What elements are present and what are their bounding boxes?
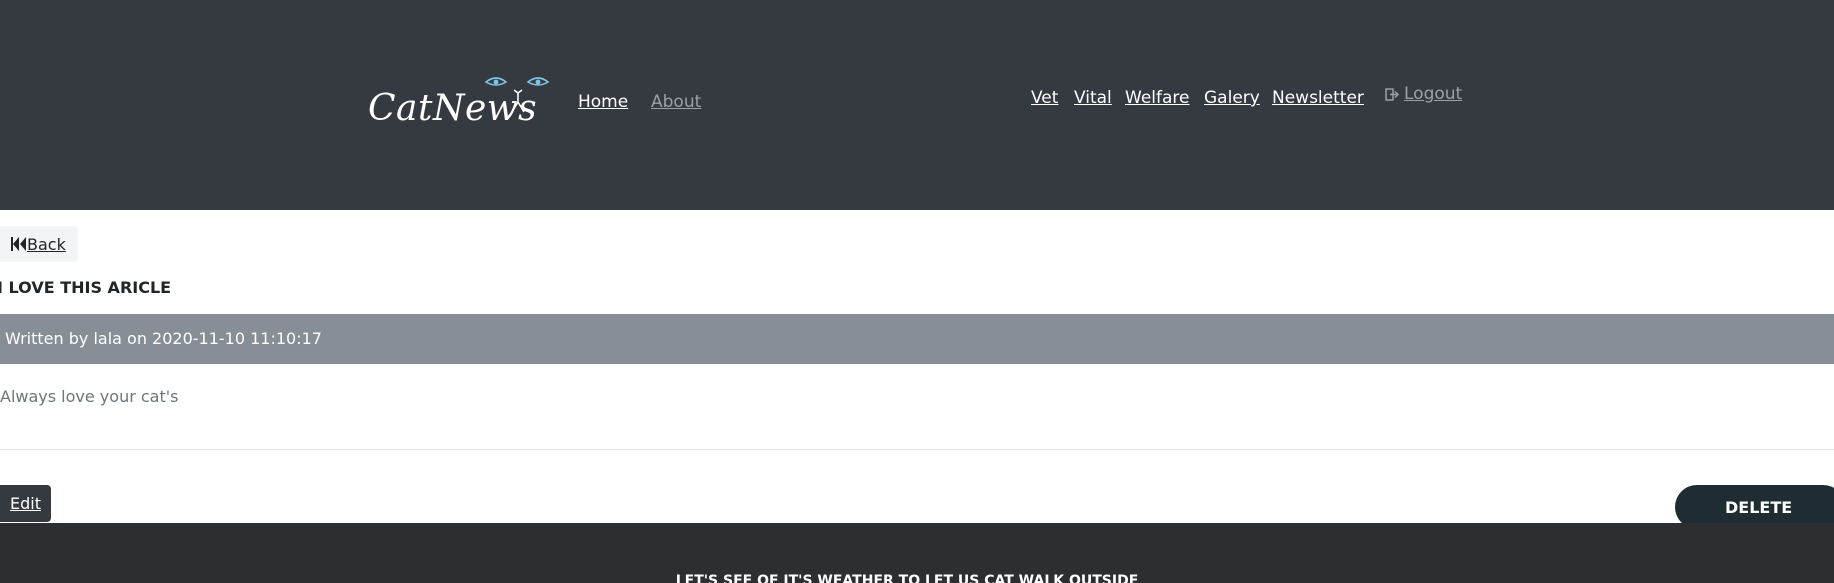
site-header: CatNews Home About Vet Vital Welfare Gal… xyxy=(0,0,1834,210)
site-footer: LET'S SEE OF IT'S WEATHER TO LET US CAT … xyxy=(0,523,1834,583)
article-title: I LOVE THIS ARICLE xyxy=(0,278,172,297)
page: CatNews Home About Vet Vital Welfare Gal… xyxy=(0,0,1834,583)
footer-heading: LET'S SEE OF IT'S WEATHER TO LET US CAT … xyxy=(675,573,1139,583)
nav-about[interactable]: About xyxy=(651,92,701,112)
nav-newsletter[interactable]: Newsletter xyxy=(1272,88,1364,108)
nav-vital[interactable]: Vital xyxy=(1074,88,1112,108)
nav-vet[interactable]: Vet xyxy=(1031,88,1058,108)
article-byline: Written by lala on 2020-11-10 11:10:17 xyxy=(5,329,322,348)
divider xyxy=(0,449,1834,450)
sign-out-icon xyxy=(1385,87,1400,101)
nav-home[interactable]: Home xyxy=(578,92,628,112)
cat-eyes-icon xyxy=(484,77,550,113)
byline-bar: Written by lala on 2020-11-10 11:10:17 xyxy=(0,314,1834,364)
back-label: Back xyxy=(27,234,66,254)
nav-galery[interactable]: Galery xyxy=(1204,88,1260,108)
logout-label: Logout xyxy=(1404,84,1463,104)
logout-link[interactable]: Logout xyxy=(1385,84,1462,104)
fast-backward-icon xyxy=(11,237,26,251)
article-body: Always love your cat's xyxy=(0,387,179,406)
nav-welfare[interactable]: Welfare xyxy=(1125,88,1189,108)
back-button[interactable]: Back xyxy=(0,226,78,262)
edit-button[interactable]: Edit xyxy=(0,485,51,522)
logo[interactable]: CatNews xyxy=(368,74,554,136)
